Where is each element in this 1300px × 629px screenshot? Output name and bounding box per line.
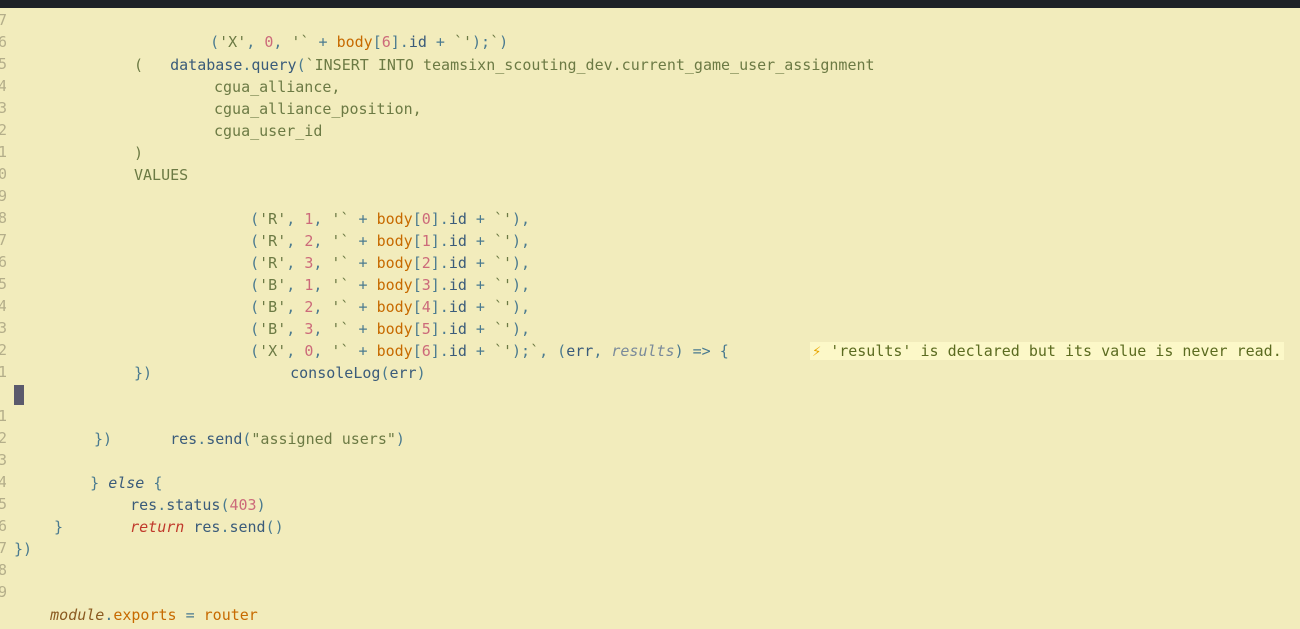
code-line: }: [54, 518, 64, 536]
line-number: 3: [0, 451, 6, 469]
code-line: ('R', 1, '` + body[0].id + `'),: [250, 210, 531, 228]
line-number: 2: [0, 121, 6, 139]
line-number: 2: [0, 341, 6, 359]
code-line: cgua_alliance_position,: [214, 100, 422, 118]
inline-diagnostic-hint: ⚡ 'results' is declared but its value is…: [774, 318, 1284, 360]
code-line: ('B', 1, '` + body[3].id + `'),: [250, 276, 531, 294]
line-number: 7: [0, 231, 6, 249]
code-line: }): [94, 430, 113, 448]
line-number: 4: [0, 297, 6, 315]
code-line: consoleLog(err): [290, 364, 426, 382]
line-number: 5: [0, 275, 6, 293]
code-line: ('X', 0, '` + body[6].id + `');`, (err, …: [250, 342, 729, 360]
line-number: 7: [0, 11, 6, 29]
window-top-bar: [0, 0, 1300, 8]
line-number: 9: [0, 583, 6, 601]
code-editor[interactable]: ('X', 0, '` + body[6].id + `');`) databa…: [14, 8, 1300, 629]
line-number: 6: [0, 33, 6, 51]
line-number: 3: [0, 319, 6, 337]
code-line: }): [14, 540, 33, 558]
line-number: 3: [0, 99, 6, 117]
code-line: cgua_user_id: [214, 122, 323, 140]
code-line: module.exports = router: [50, 606, 258, 624]
code-line: database.query(`INSERT INTO teamsixn_sco…: [170, 56, 875, 74]
line-number: 6: [0, 517, 6, 535]
line-number: 2: [0, 429, 6, 447]
line-number: 4: [0, 473, 6, 491]
line-number: 7: [0, 539, 6, 557]
code-line: ('R', 3, '` + body[2].id + `'),: [250, 254, 531, 272]
line-number: 6: [0, 253, 6, 271]
code-line: ): [134, 144, 144, 162]
diagnostic-text: 'results' is declared but its value is n…: [830, 342, 1282, 360]
code-line: res.send("assigned users"): [170, 430, 405, 448]
line-number: 5: [0, 495, 6, 513]
code-line: }): [134, 364, 153, 382]
line-number: 8: [0, 209, 6, 227]
line-number: 9: [0, 187, 6, 205]
code-line: VALUES: [134, 166, 189, 184]
line-number: [0, 383, 6, 405]
line-number: 1: [0, 407, 6, 425]
code-line: ('B', 2, '` + body[4].id + `'),: [250, 298, 531, 316]
code-line: (: [134, 56, 144, 74]
code-line: return res.send(): [130, 518, 284, 536]
code-line: ('X', 0, '` + body[6].id + `');`): [210, 33, 509, 51]
line-number-gutter: 76543210987654321123456789: [0, 8, 14, 629]
line-number: 4: [0, 77, 6, 95]
code-line: ('B', 3, '` + body[5].id + `'),: [250, 320, 531, 338]
code-line: ('R', 2, '` + body[1].id + `'),: [250, 232, 531, 250]
code-line: res.status(403): [130, 496, 266, 514]
line-number: 1: [0, 143, 6, 161]
text-cursor: [14, 385, 24, 405]
line-number: 0: [0, 165, 6, 183]
line-number: 5: [0, 55, 6, 73]
lightning-icon: ⚡: [812, 342, 822, 360]
code-line: cgua_alliance,: [214, 78, 341, 96]
line-number: 1: [0, 363, 6, 381]
code-line: } else {: [90, 474, 163, 492]
line-number: 8: [0, 561, 6, 579]
